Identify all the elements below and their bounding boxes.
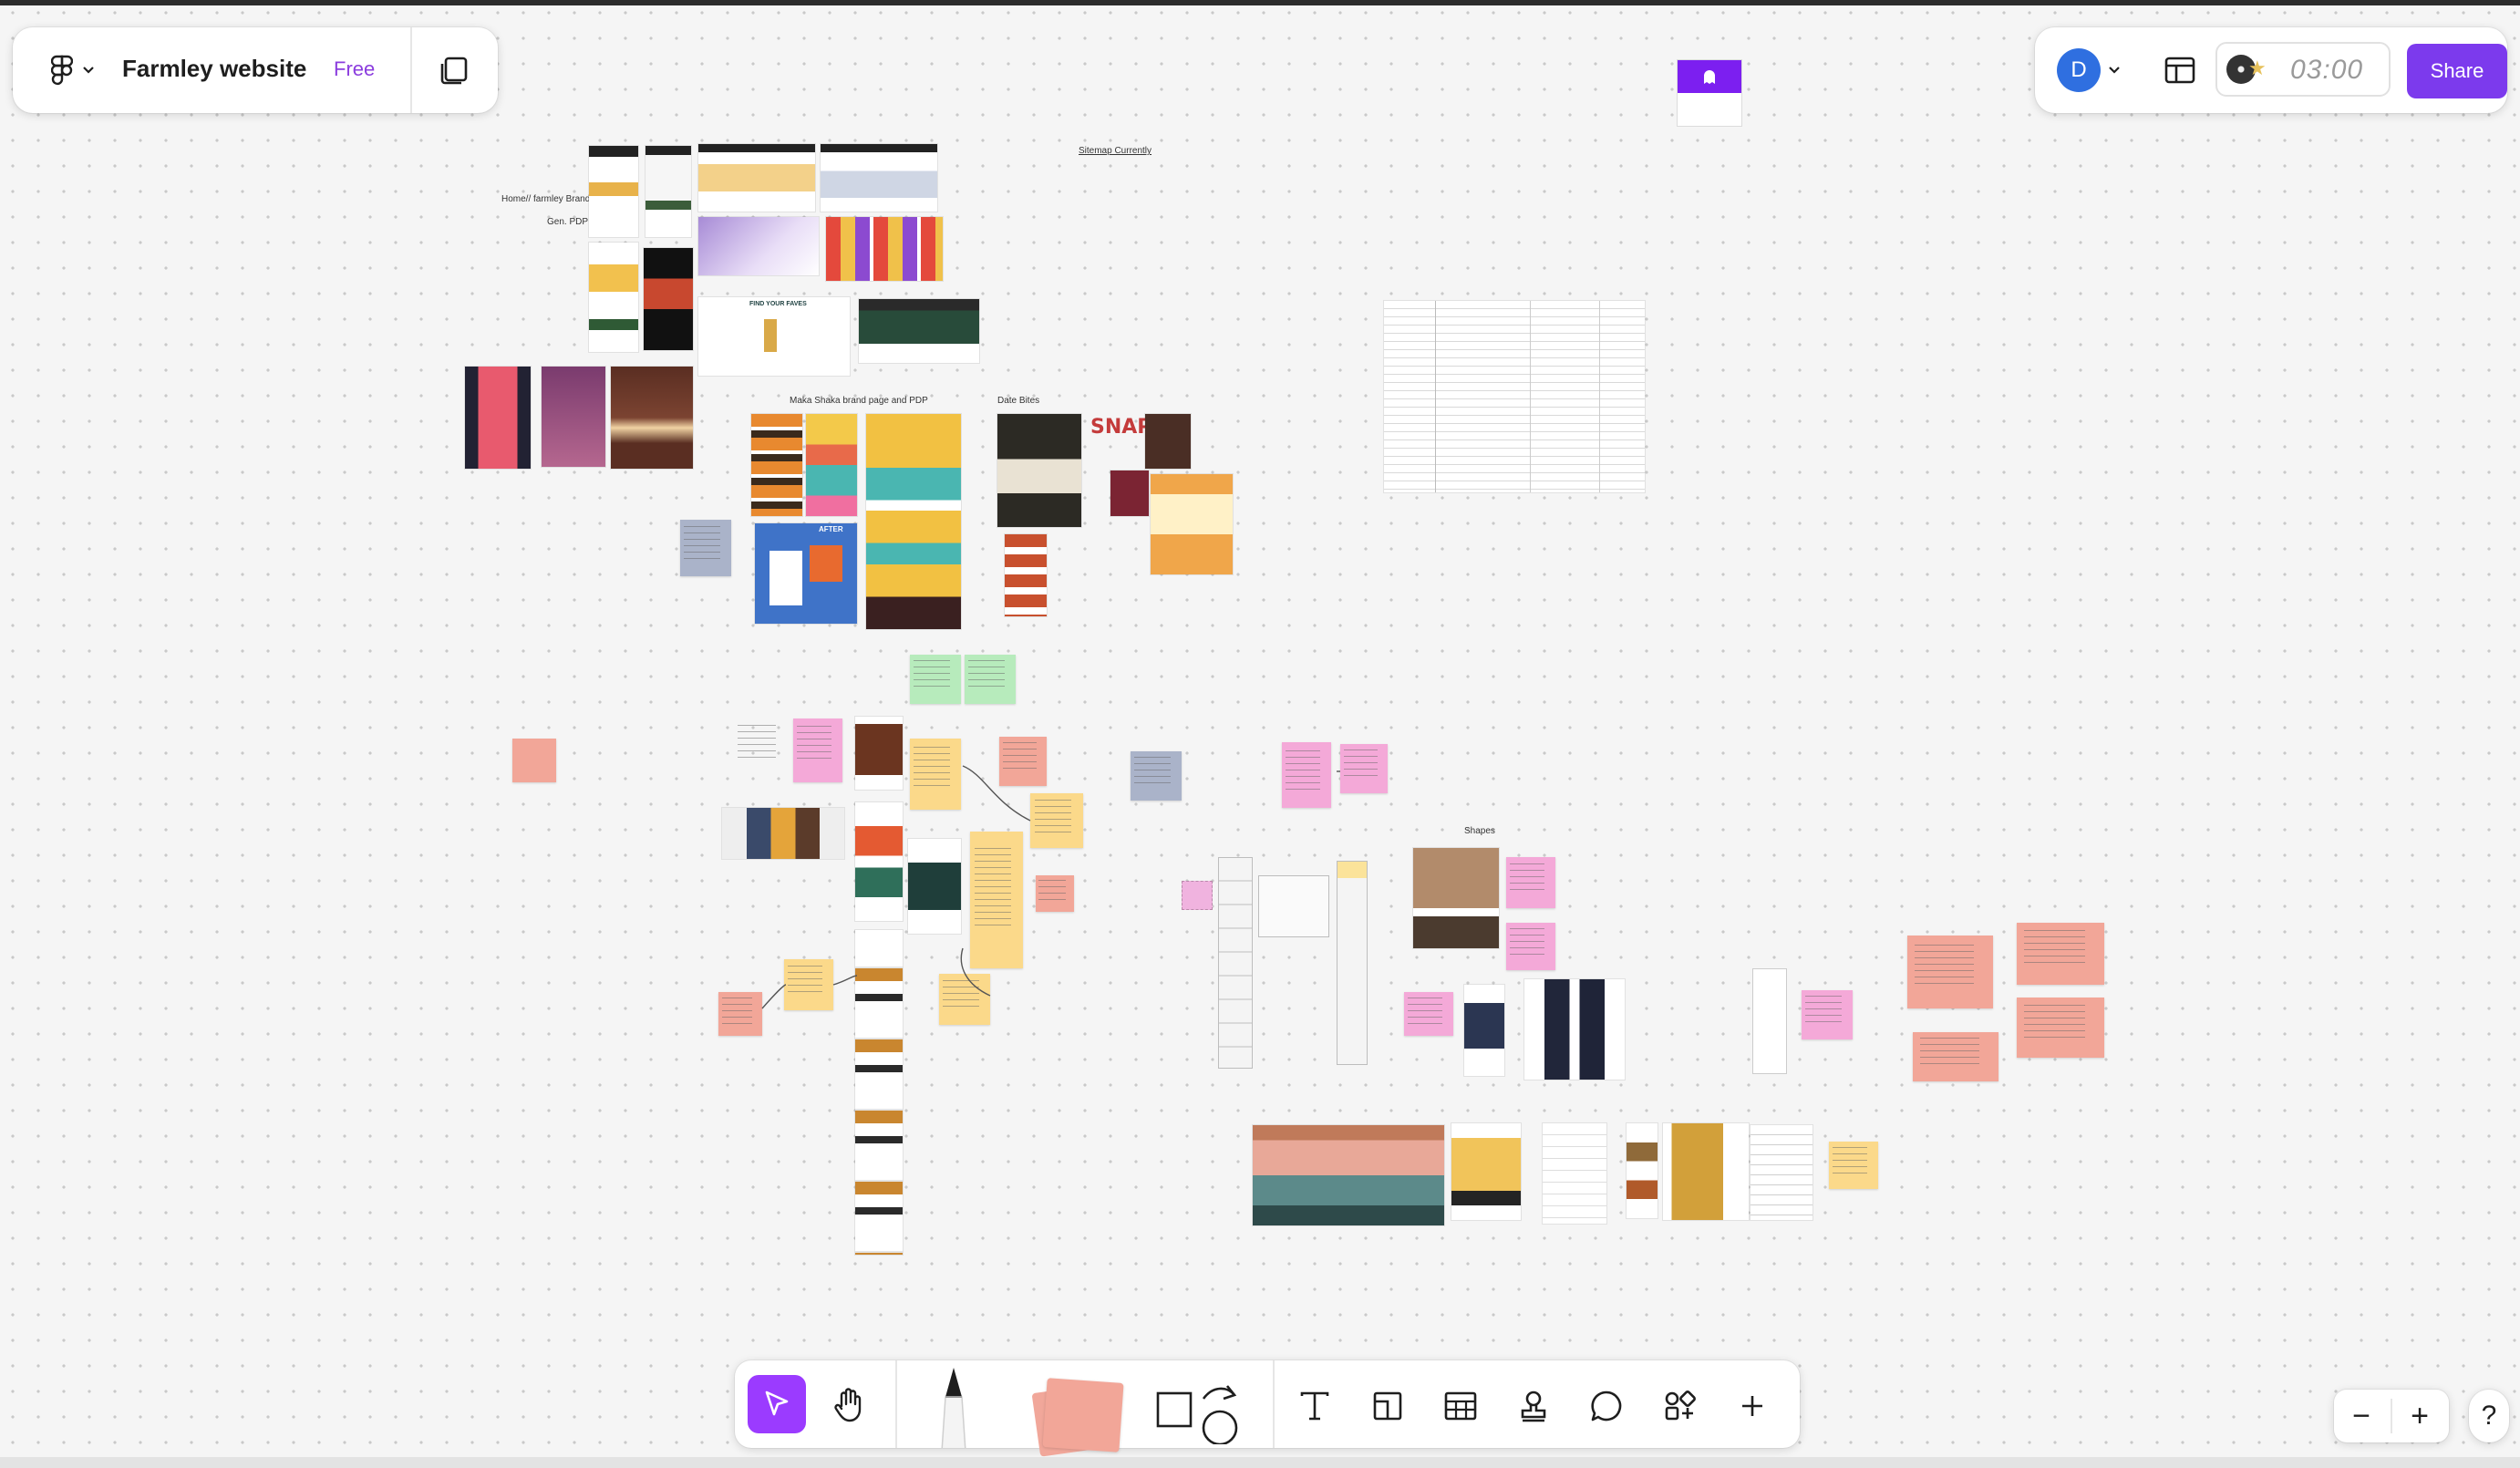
frame-screenshot[interactable] <box>1464 985 1504 1076</box>
toolbar-divider <box>1273 1360 1275 1448</box>
plus-icon <box>1742 1396 1762 1416</box>
sticky-note-icon <box>1042 1378 1124 1452</box>
wireframe[interactable] <box>1337 861 1368 1065</box>
hand-icon <box>834 1388 862 1422</box>
frame-screenshot[interactable] <box>1543 1123 1606 1224</box>
hand-tool[interactable] <box>821 1375 879 1433</box>
text-icon <box>1300 1391 1329 1421</box>
cursor-icon <box>765 1390 789 1416</box>
sticky-note[interactable] <box>2017 998 2104 1058</box>
frame-screenshot[interactable] <box>1524 979 1625 1080</box>
stamp-icon <box>1521 1390 1546 1422</box>
stamp-tool[interactable] <box>1506 1379 1561 1433</box>
sticky-note[interactable] <box>1131 751 1182 801</box>
wireframe[interactable] <box>1258 875 1329 937</box>
frame-screenshot[interactable] <box>1751 1125 1813 1220</box>
table-tool[interactable] <box>1433 1379 1488 1433</box>
comment-icon <box>1591 1390 1622 1421</box>
help-button[interactable]: ? <box>2469 1390 2509 1442</box>
sticky-note[interactable] <box>1506 923 1555 970</box>
comment-tool[interactable] <box>1579 1379 1634 1433</box>
sticky-note[interactable] <box>1340 744 1388 793</box>
toolbar-divider <box>895 1360 897 1448</box>
frame-screenshot[interactable] <box>1663 1123 1749 1220</box>
zoom-out-button[interactable]: − <box>2334 1390 2389 1442</box>
section-icon <box>1373 1391 1402 1421</box>
text-tool[interactable] <box>1287 1379 1342 1433</box>
widgets-icon <box>1665 1390 1696 1421</box>
bottom-toolbar <box>735 1360 1800 1457</box>
zoom-in-button[interactable]: + <box>2392 1390 2447 1442</box>
table-icon <box>1444 1391 1477 1421</box>
sticky-note[interactable] <box>1282 742 1331 808</box>
marker-pen-icon <box>941 1368 966 1448</box>
sticky-note[interactable] <box>1404 992 1453 1036</box>
sticky-note[interactable] <box>1506 857 1555 908</box>
sticky-note-tool[interactable] <box>1019 1370 1127 1457</box>
connector-lines <box>761 765 1348 1009</box>
frame-screenshot[interactable] <box>1253 1125 1444 1225</box>
add-tool[interactable] <box>1725 1379 1780 1433</box>
sticky-note[interactable] <box>1829 1142 1878 1189</box>
sticky-note[interactable] <box>1802 990 1853 1039</box>
zoom-controls: − + <box>2334 1390 2449 1442</box>
shape-tool[interactable] <box>1149 1368 1249 1444</box>
sticky-note[interactable] <box>1913 1032 1998 1081</box>
sticky-note[interactable] <box>2017 923 2104 985</box>
widgets-tool[interactable] <box>1652 1379 1707 1433</box>
wireframe[interactable] <box>1218 857 1253 1069</box>
window-bottom-edge <box>0 1457 2520 1468</box>
frame-screenshot[interactable] <box>1627 1123 1658 1218</box>
section-tool[interactable] <box>1360 1379 1415 1433</box>
shapes-icon <box>1156 1385 1238 1444</box>
sticky-note[interactable] <box>1907 936 1993 1008</box>
move-tool[interactable] <box>748 1375 806 1433</box>
frame-screenshot[interactable] <box>1413 848 1499 948</box>
wireframe[interactable] <box>1752 968 1787 1074</box>
frame-screenshot[interactable] <box>1451 1123 1521 1220</box>
wireframe[interactable] <box>1182 881 1213 910</box>
pencil-tool[interactable] <box>917 1360 990 1448</box>
